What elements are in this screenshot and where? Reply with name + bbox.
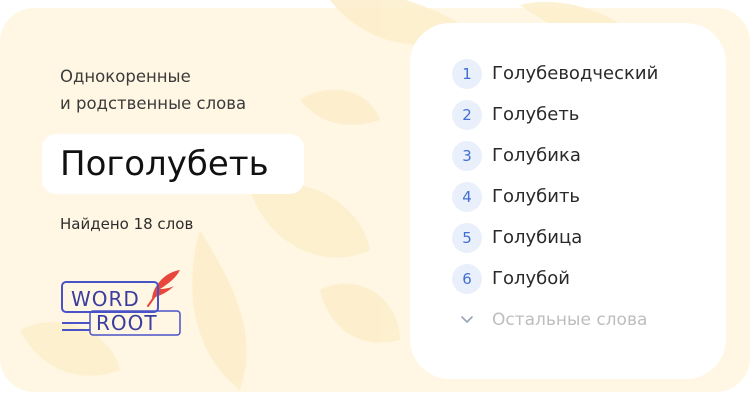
- word-card: Поголубеть: [42, 134, 304, 194]
- item-word[interactable]: Голубика: [492, 141, 581, 171]
- list-item[interactable]: 5 Голубица: [452, 223, 582, 253]
- item-word[interactable]: Голубеводческий: [492, 59, 658, 89]
- list-item[interactable]: 4 Голубить: [452, 182, 580, 212]
- wordroot-logo[interactable]: WORD ROOT: [56, 262, 196, 342]
- related-words-panel: 1 Голубеводческий 2 Голубеть 3 Голубика …: [410, 23, 726, 379]
- list-item[interactable]: 2 Голубеть: [452, 100, 579, 130]
- item-number: 1: [452, 59, 482, 89]
- item-word[interactable]: Голубить: [492, 182, 580, 212]
- list-item[interactable]: 3 Голубика: [452, 141, 581, 171]
- list-item[interactable]: 6 Голубой: [452, 264, 570, 294]
- section-heading: Однокоренные и родственные слова: [60, 63, 360, 117]
- show-more-button[interactable]: Остальные слова: [452, 305, 647, 335]
- list-item[interactable]: 1 Голубеводческий: [452, 59, 658, 89]
- item-word[interactable]: Голубой: [492, 264, 570, 294]
- found-count: Найдено 18 слов: [60, 215, 194, 233]
- item-number: 4: [452, 182, 482, 212]
- logo-word: WORD: [71, 287, 140, 311]
- chevron-down-icon: [452, 305, 482, 335]
- logo-root: ROOT: [96, 311, 158, 335]
- item-word[interactable]: Голубеть: [492, 100, 579, 130]
- show-more-label[interactable]: Остальные слова: [492, 305, 647, 335]
- item-number: 5: [452, 223, 482, 253]
- heading-line-1: Однокоренные: [60, 67, 191, 86]
- item-number: 2: [452, 100, 482, 130]
- heading-line-2: и родственные слова: [60, 94, 247, 113]
- item-number: 6: [452, 264, 482, 294]
- word-title: Поголубеть: [60, 144, 269, 184]
- item-word[interactable]: Голубица: [492, 223, 582, 253]
- item-number: 3: [452, 141, 482, 171]
- feather-icon: [147, 270, 180, 307]
